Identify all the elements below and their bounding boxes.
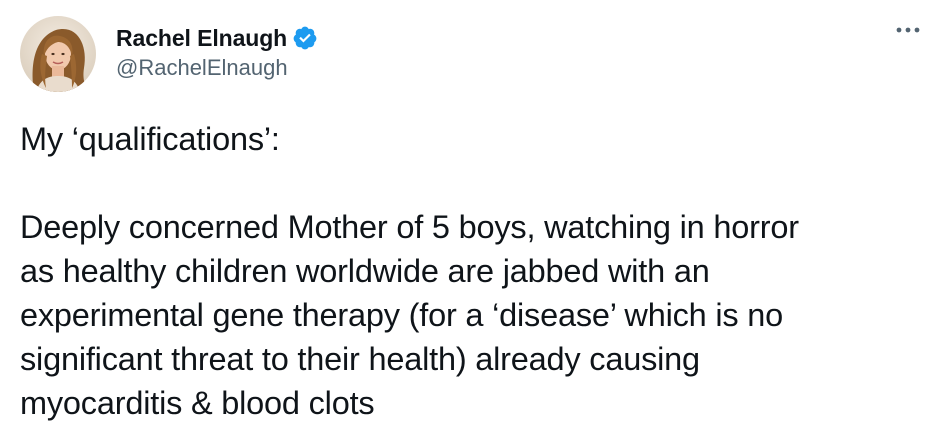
tweet-line: Deeply concerned Mother of 5 boys, watch… bbox=[20, 209, 799, 245]
author-display-name[interactable]: Rachel Elnaugh bbox=[116, 25, 287, 52]
tweet-header: Rachel Elnaugh @RachelElnaugh bbox=[20, 16, 318, 92]
tweet-line: significant threat to their health) alre… bbox=[20, 341, 700, 377]
tweet-card: Rachel Elnaugh @RachelElnaugh My ‘qualif… bbox=[0, 0, 936, 442]
tweet-line: My ‘qualifications’: bbox=[20, 121, 280, 157]
tweet-line: myocarditis & blood clots bbox=[20, 385, 375, 421]
author-names: Rachel Elnaugh @RachelElnaugh bbox=[116, 23, 318, 81]
tweet-line: as healthy children worldwide are jabbed… bbox=[20, 253, 710, 289]
name-row: Rachel Elnaugh bbox=[116, 23, 318, 53]
more-options-icon[interactable] bbox=[894, 20, 922, 40]
author-handle[interactable]: @RachelElnaugh bbox=[116, 55, 318, 81]
tweet-text: My ‘qualifications’: Deeply concerned Mot… bbox=[20, 117, 925, 425]
avatar[interactable] bbox=[20, 16, 96, 92]
tweet-line: experimental gene therapy (for a ‘diseas… bbox=[20, 297, 783, 333]
verified-badge-icon bbox=[292, 25, 318, 51]
